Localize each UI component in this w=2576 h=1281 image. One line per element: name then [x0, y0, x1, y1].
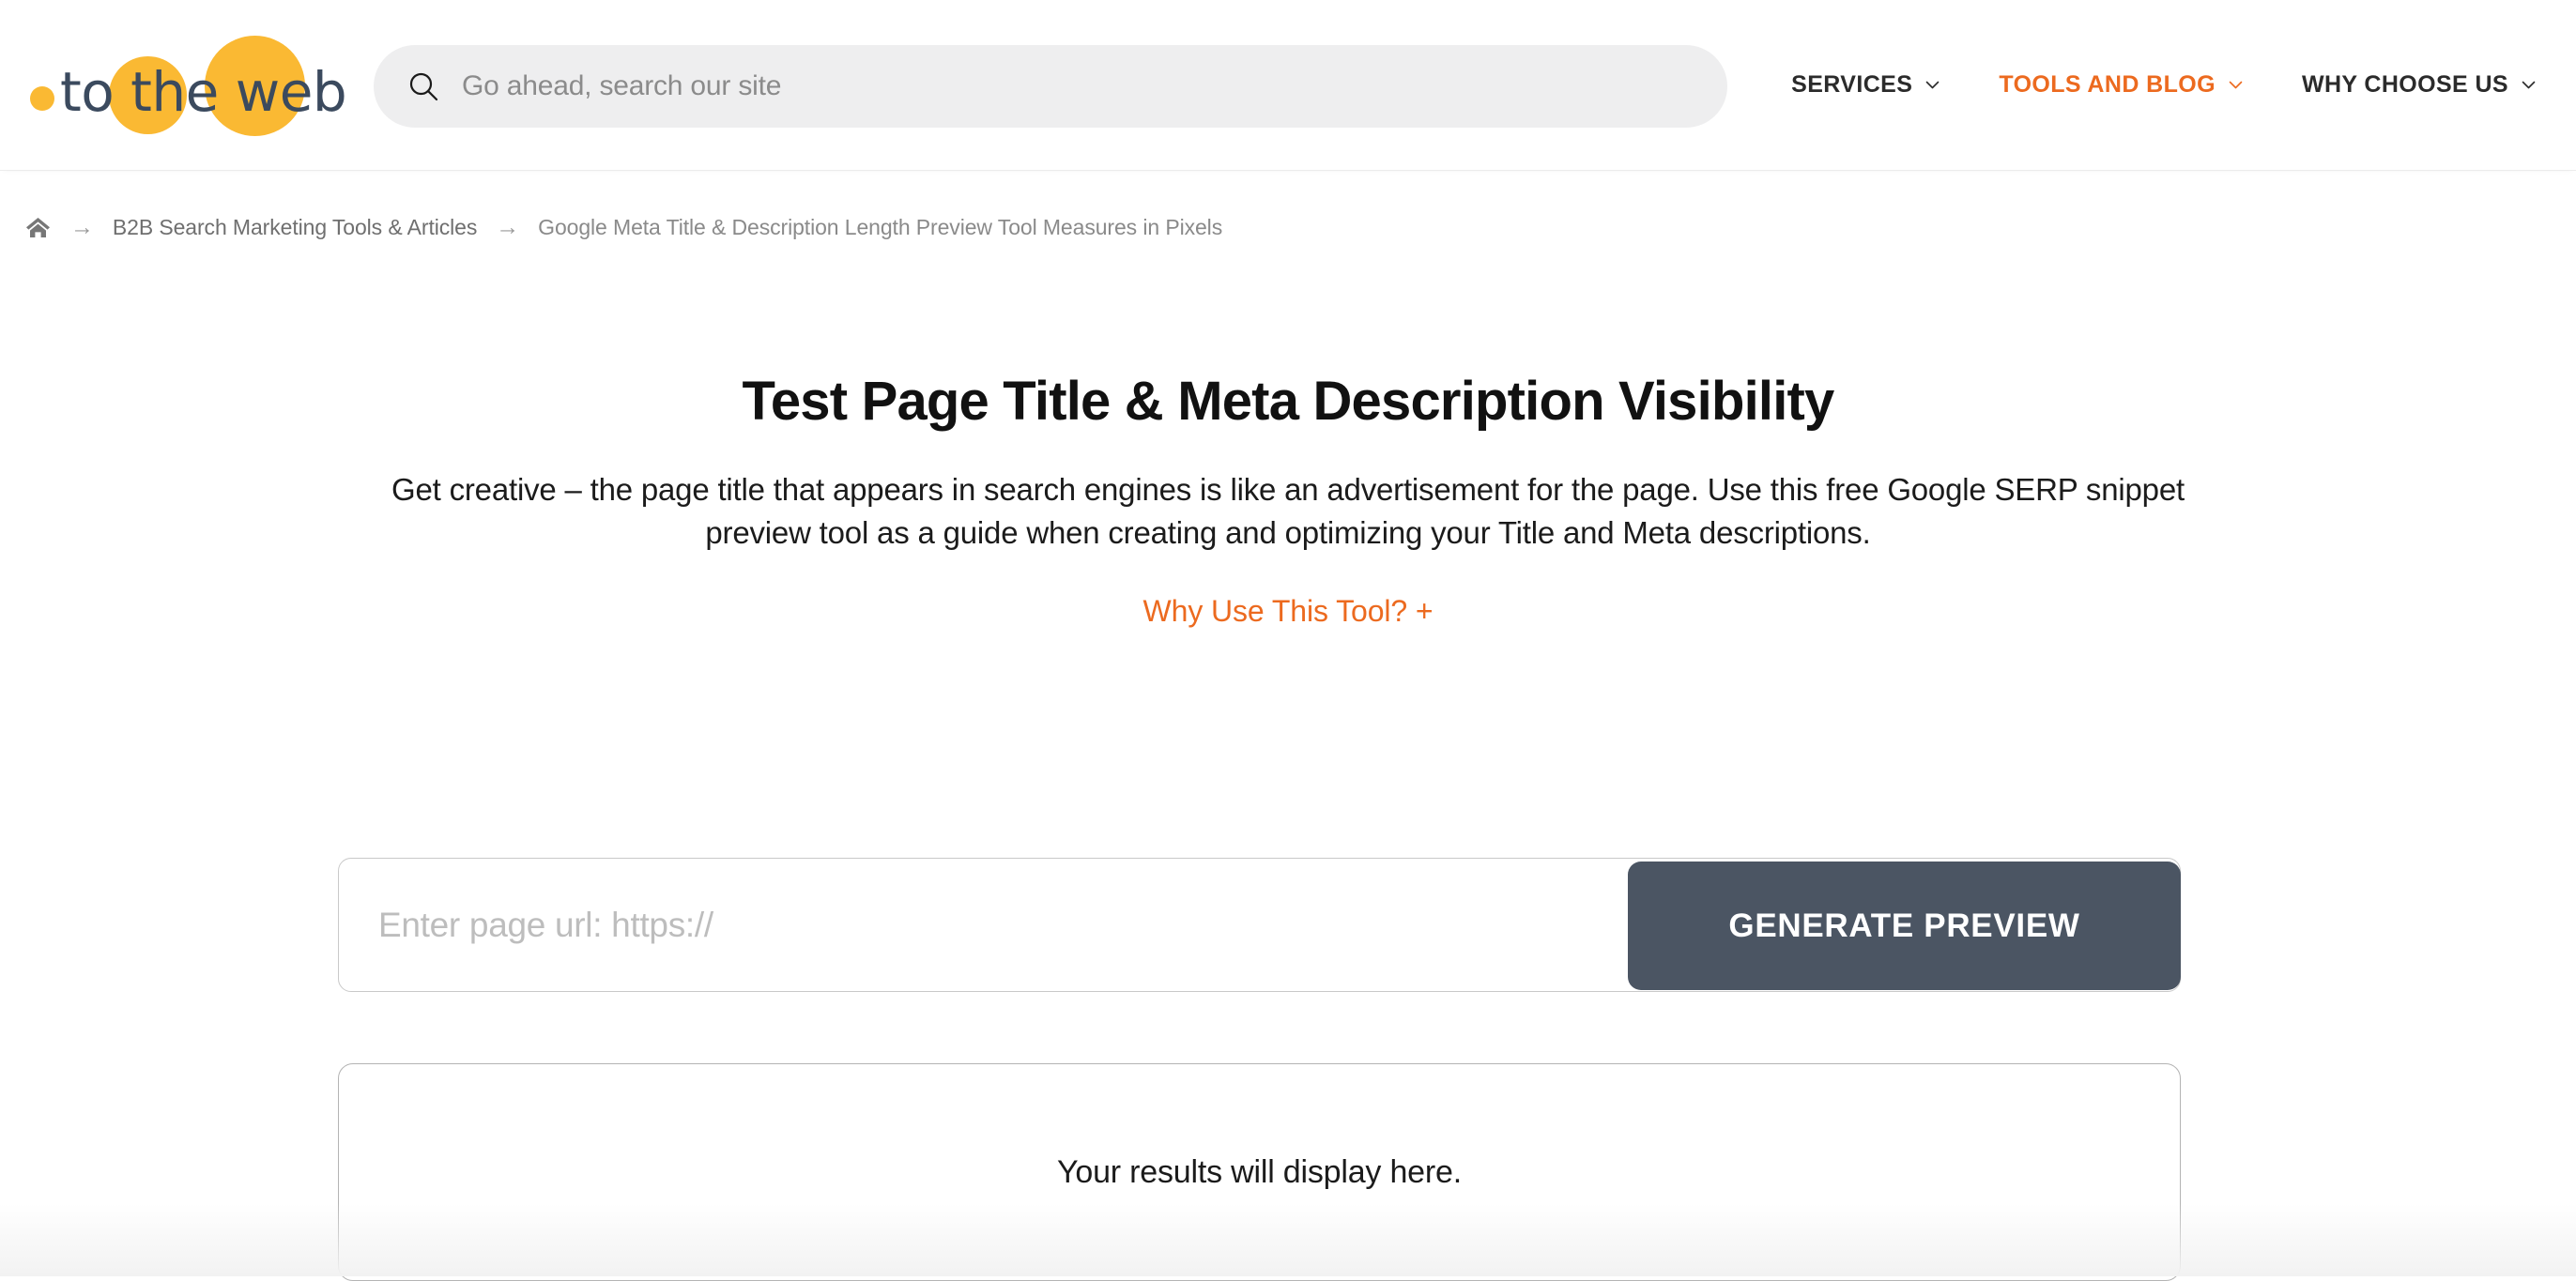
nav-item-label: SERVICES [1791, 71, 1912, 99]
home-icon[interactable] [24, 214, 52, 241]
page-title: Test Page Title & Meta Description Visib… [0, 372, 2576, 432]
site-logo[interactable]: to the web [26, 36, 317, 135]
why-use-this-tool-link[interactable]: Why Use This Tool? + [0, 594, 2576, 629]
breadcrumb: → B2B Search Marketing Tools & Articles … [24, 214, 1222, 241]
breadcrumb-item-current: Google Meta Title & Description Length P… [538, 215, 1222, 240]
breadcrumb-separator: → [496, 216, 519, 239]
chevron-down-icon [1924, 77, 1940, 93]
nav-item-label: WHY CHOOSE US [2302, 71, 2508, 99]
chevron-down-icon [2521, 77, 2537, 93]
search-icon [407, 70, 439, 102]
nav-item-tools-and-blog[interactable]: TOOLS AND BLOG [1999, 71, 2244, 99]
search-input[interactable] [460, 69, 1694, 103]
chevron-down-icon [2228, 77, 2244, 93]
results-placeholder-text: Your results will display here. [339, 1154, 2180, 1191]
nav-item-why-choose-us[interactable]: WHY CHOOSE US [2302, 71, 2537, 99]
nav-item-services[interactable]: SERVICES [1791, 71, 1940, 99]
logo-wordmark: to the web [60, 63, 346, 121]
site-header: to the web SERVICES TOOLS AND BLOG [0, 0, 2576, 170]
logo-dot-icon [30, 86, 54, 111]
nav-item-label: TOOLS AND BLOG [1999, 71, 2216, 99]
breadcrumb-separator: → [70, 216, 94, 239]
main-navigation: SERVICES TOOLS AND BLOG WHY CHOOSE US [1791, 0, 2537, 170]
results-panel: Your results will display here. [338, 1063, 2181, 1281]
breadcrumb-item-tools[interactable]: B2B Search Marketing Tools & Articles [113, 215, 477, 240]
url-preview-form: GENERATE PREVIEW [338, 858, 2181, 992]
page-intro-text: Get creative – the page title that appea… [387, 468, 2189, 555]
generate-preview-button[interactable]: GENERATE PREVIEW [1628, 862, 2181, 990]
site-search[interactable] [374, 45, 1727, 128]
